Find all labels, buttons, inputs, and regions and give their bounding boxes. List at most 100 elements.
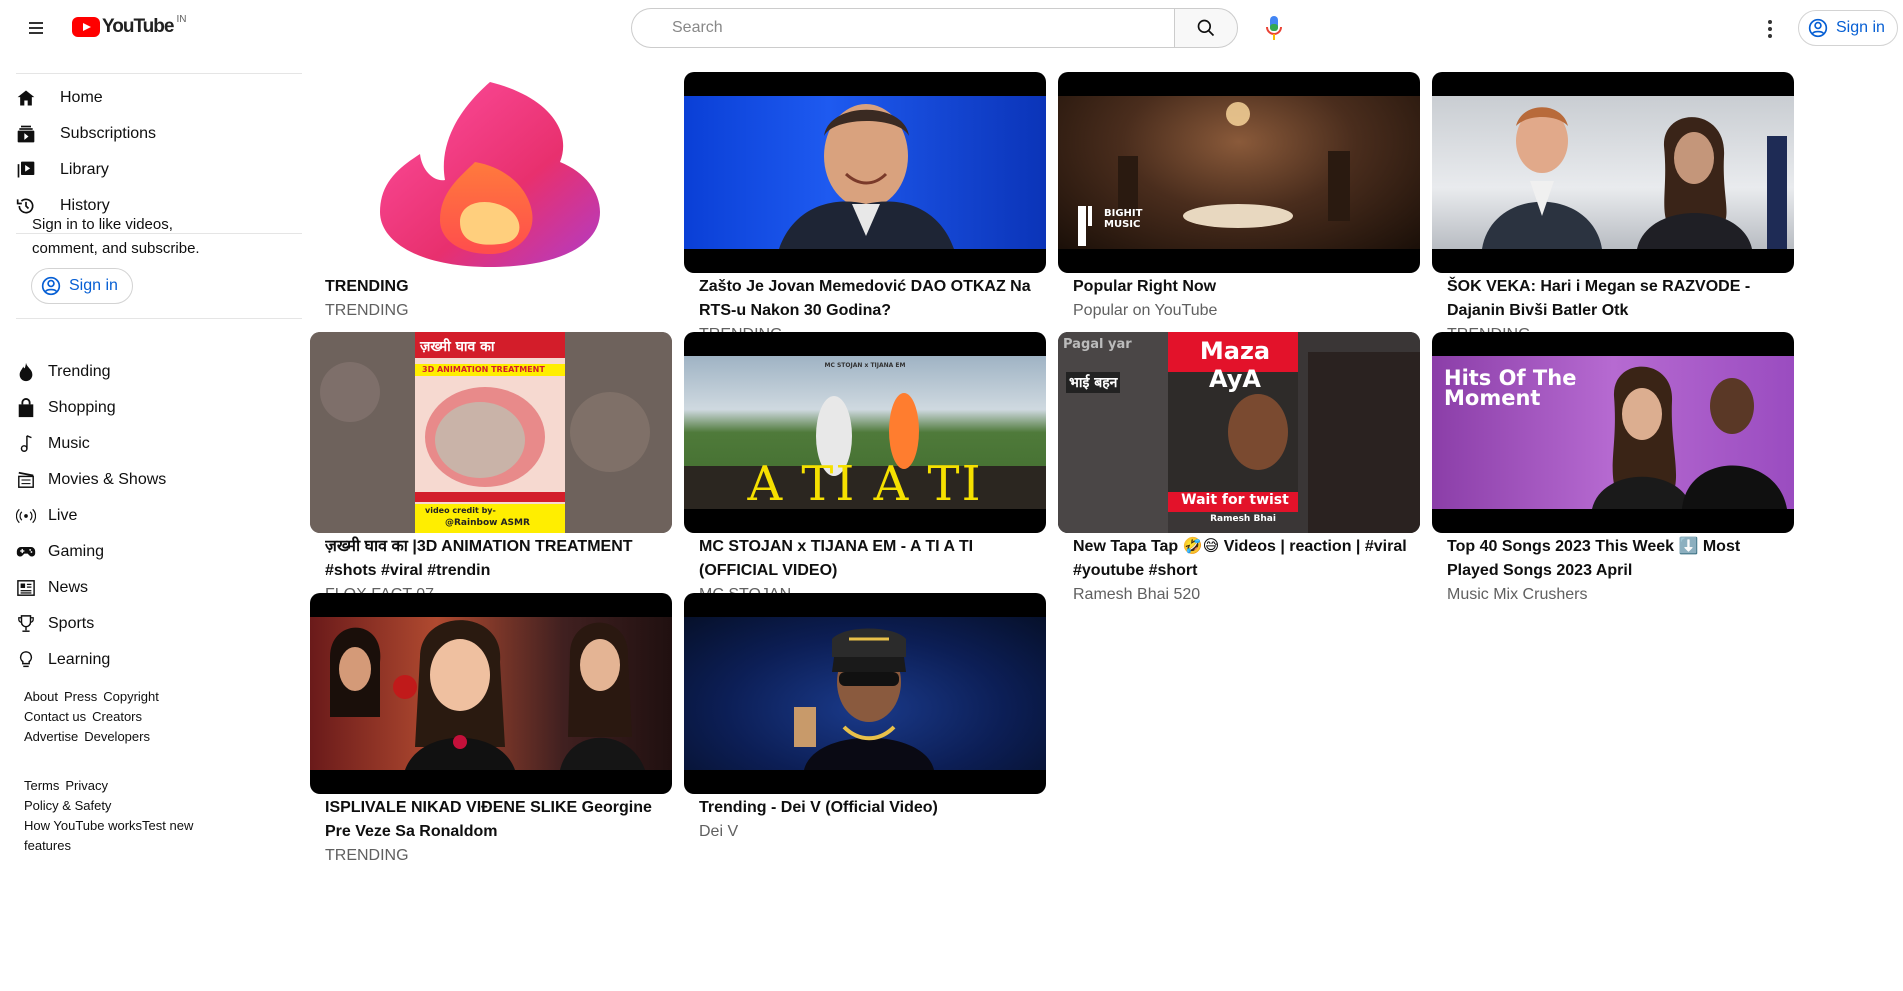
footer-link-contact[interactable]: Contact us: [24, 709, 86, 724]
sidebar-item-home[interactable]: Home: [16, 78, 296, 118]
video-thumbnail[interactable]: [684, 72, 1046, 273]
country-code: IN: [176, 14, 187, 25]
thumbnail-caption: video credit by-: [425, 506, 496, 515]
thumbnail-caption: Ramesh Bhai: [1210, 514, 1276, 524]
gaming-icon: [16, 542, 36, 562]
video-title[interactable]: ISPLIVALE NIKAD VIĐENE SLIKE Georgine Pr…: [325, 796, 665, 844]
sidebar-item-subscriptions[interactable]: Subscriptions: [16, 114, 296, 154]
account-icon: [1808, 18, 1828, 38]
sidebar-item-label: Live: [48, 507, 78, 524]
sidebar-item-sports[interactable]: Sports: [16, 604, 296, 644]
video-title[interactable]: TRENDING: [325, 275, 665, 299]
sidebar-sign-in-button[interactable]: Sign in: [31, 268, 133, 304]
video-title[interactable]: MC STOJAN x TIJANA EM - A TI A TI (OFFIC…: [699, 535, 1039, 583]
music-icon: [16, 434, 36, 454]
sidebar-item-news[interactable]: News: [16, 568, 296, 608]
channel-name[interactable]: Ramesh Bhai 520: [1073, 583, 1200, 607]
video-thumbnail[interactable]: MC STOJAN x TIJANA EM A TI A TI: [684, 332, 1046, 533]
sidebar-item-library[interactable]: Library: [16, 150, 296, 190]
trending-icon: [16, 362, 36, 382]
footer-link-developers[interactable]: Developers: [84, 729, 150, 744]
sidebar-item-shopping[interactable]: Shopping: [16, 388, 296, 428]
video-thumbnail[interactable]: Hits Of The Moment: [1432, 332, 1794, 533]
youtube-logo[interactable]: YouTube IN: [72, 14, 187, 39]
video-thumbnail[interactable]: [1432, 72, 1794, 273]
sidebar-item-label: Trending: [48, 363, 111, 380]
thumbnail-caption: Wait for twist: [1181, 492, 1289, 508]
thumbnail-image: [310, 332, 672, 533]
thumbnail-caption: A TI A TI: [747, 456, 983, 512]
video-thumbnail[interactable]: [684, 593, 1046, 794]
sidebar-item-label: Library: [60, 161, 109, 178]
thumbnail-caption: 3D ANIMATION TREATMENT: [422, 365, 545, 374]
video-thumbnail[interactable]: [310, 72, 672, 273]
divider: [16, 318, 302, 319]
sidebar-item-label: News: [48, 579, 89, 596]
footer-links-secondary: Terms Privacy Policy & Safety How YouTube…: [24, 776, 204, 856]
thumbnail-image: [779, 104, 954, 249]
sidebar-item-trending[interactable]: Trending: [16, 352, 296, 392]
footer-links-primary: About Press Copyright Contact us Creators A…: [24, 687, 204, 747]
video-title[interactable]: ज़ख्मी घाव का |3D ANIMATION TREATMENT #s…: [325, 535, 665, 583]
channel-name[interactable]: Dei V: [699, 820, 738, 844]
library-icon: [16, 160, 36, 180]
hamburger-icon: [29, 22, 43, 24]
video-thumbnail[interactable]: ज़ख्मी घाव का 3D ANIMATION TREATMENT vid…: [310, 332, 672, 533]
thumbnail-caption: भाई बहन: [1066, 372, 1121, 393]
news-icon: [16, 578, 36, 598]
footer-link-terms[interactable]: Terms: [24, 778, 59, 793]
channel-name[interactable]: Music Mix Crushers: [1447, 583, 1587, 607]
settings-menu-button[interactable]: [1750, 12, 1790, 46]
thumbnail-image: [330, 620, 645, 770]
footer-link-advertise[interactable]: Advertise: [24, 729, 78, 744]
video-thumbnail[interactable]: Maza AyA Pagal yar भाई बहन Wait for twis…: [1058, 332, 1420, 533]
video-title[interactable]: New Tapa Tap 🤣😅 Videos | reaction | #vir…: [1073, 535, 1413, 583]
search-icon: [1197, 19, 1215, 37]
sidebar-item-label: Gaming: [48, 543, 105, 560]
bighit-logo-text: BIGHIT MUSIC: [1104, 208, 1143, 230]
search-input[interactable]: [631, 8, 1175, 48]
search-button[interactable]: [1174, 8, 1238, 48]
youtube-play-icon: [72, 17, 100, 37]
channel-name[interactable]: TRENDING: [325, 844, 409, 868]
sidebar-item-gaming[interactable]: Gaming: [16, 532, 296, 572]
footer-link-about[interactable]: About: [24, 689, 58, 704]
footer-link-creators[interactable]: Creators: [92, 709, 142, 724]
sidebar-item-label: Subscriptions: [60, 125, 157, 142]
sign-in-label: Sign in: [69, 277, 118, 294]
footer-link-policy[interactable]: Policy & Safety: [24, 798, 111, 813]
sidebar-item-label: Home: [60, 89, 103, 106]
channel-name[interactable]: TRENDING: [325, 299, 409, 323]
video-title[interactable]: Trending - Dei V (Official Video): [699, 796, 1039, 820]
sidebar-item-learning[interactable]: Learning: [16, 640, 296, 680]
sidebar-item-movies[interactable]: Movies & Shows: [16, 460, 296, 500]
guide-sidebar: Home Subscriptions Library History Sign …: [0, 56, 310, 991]
footer-link-copyright[interactable]: Copyright: [103, 689, 159, 704]
subscriptions-icon: [16, 124, 36, 144]
voice-search-button[interactable]: [1254, 8, 1294, 48]
movies-icon: [16, 470, 36, 490]
account-icon: [41, 276, 61, 296]
guide-menu-button[interactable]: [16, 16, 56, 40]
video-thumbnail[interactable]: [310, 593, 672, 794]
sidebar-item-label: Music: [48, 435, 90, 452]
footer-link-press[interactable]: Press: [64, 689, 97, 704]
video-title[interactable]: ŠOK VEKA: Hari i Megan se RAZVODE - Daja…: [1447, 275, 1787, 323]
video-title[interactable]: Popular Right Now: [1073, 275, 1413, 299]
divider: [16, 73, 302, 74]
sign-in-prompt: Sign in to like videos, comment, and sub…: [32, 216, 200, 257]
footer-link-privacy[interactable]: Privacy: [65, 778, 108, 793]
sidebar-item-music[interactable]: Music: [16, 424, 296, 464]
video-title[interactable]: Zašto Je Jovan Memedović DAO OTKAZ Na RT…: [699, 275, 1039, 323]
more-vert-icon: [1768, 20, 1772, 24]
sidebar-item-live[interactable]: Live: [16, 496, 296, 536]
shopping-icon: [16, 398, 36, 418]
channel-name[interactable]: Popular on YouTube: [1073, 299, 1217, 323]
footer-link-how-youtube-works[interactable]: How YouTube works: [24, 818, 142, 833]
thumbnail-caption: ज़ख्मी घाव का: [420, 339, 495, 355]
header-sign-in-button[interactable]: Sign in: [1798, 10, 1898, 46]
video-thumbnail[interactable]: BIGHIT MUSIC: [1058, 72, 1420, 273]
microphone-icon: [1266, 16, 1282, 40]
thumbnail-image: [794, 628, 934, 770]
video-title[interactable]: Top 40 Songs 2023 This Week ⬇️ Most Play…: [1447, 535, 1787, 583]
